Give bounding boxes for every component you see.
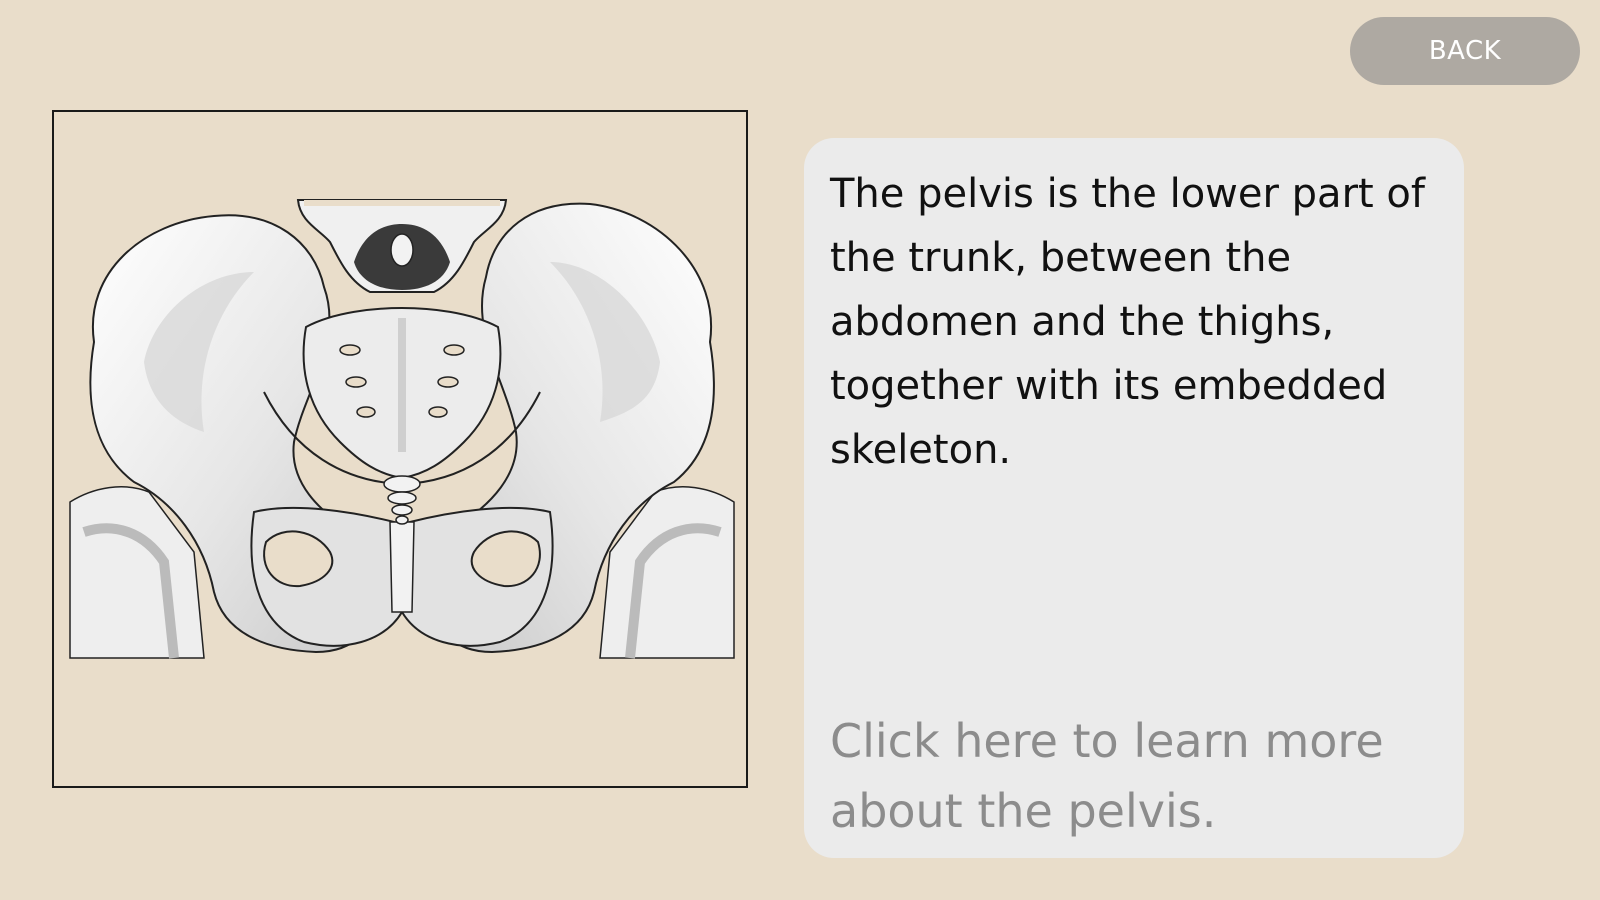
description-text: The pelvis is the lower part of the trun…: [830, 171, 1425, 473]
page: BACK The pelvis is the lower part of the…: [0, 0, 1600, 900]
info-card: The pelvis is the lower part of the trun…: [804, 138, 1464, 858]
back-button[interactable]: BACK: [1350, 17, 1580, 85]
learn-more-link[interactable]: Click here to learn more about the pelvi…: [830, 706, 1450, 846]
pelvis-illustration: [69, 199, 735, 659]
pelvis-image-frame: [52, 110, 748, 788]
